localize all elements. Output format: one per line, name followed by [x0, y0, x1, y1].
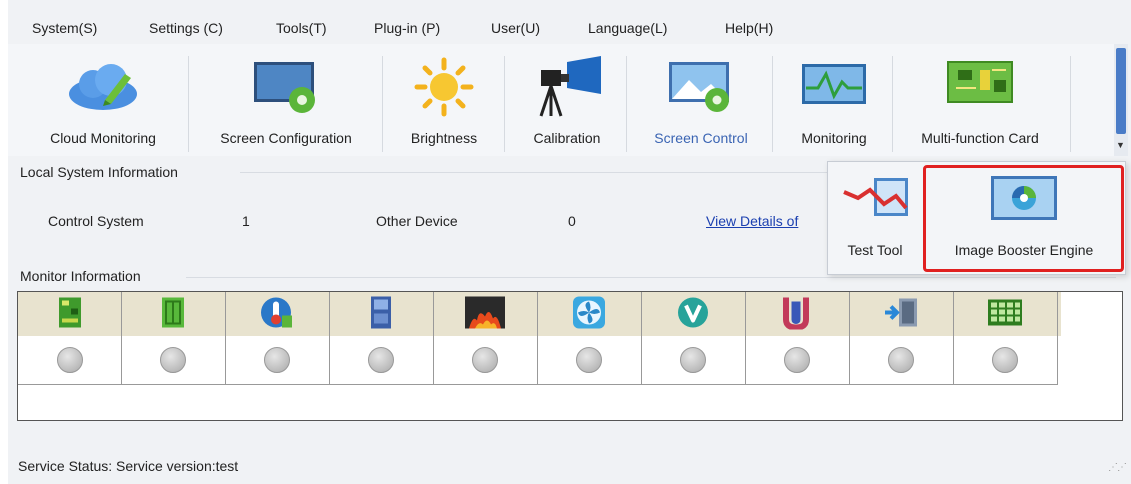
menu-user[interactable]: User(U)	[491, 20, 540, 36]
tool-screen-configuration[interactable]: Screen Configuration	[194, 44, 378, 156]
monitor-grid	[17, 291, 1123, 421]
screen-gear-icon	[246, 56, 326, 121]
circuit-board-icon	[942, 56, 1018, 119]
board-icon	[58, 297, 82, 332]
status-dot	[992, 347, 1018, 373]
fan-icon	[572, 296, 606, 333]
local-system-title: Local System Information	[20, 164, 178, 180]
tool-label: Monitoring	[801, 130, 867, 146]
toolbar-separator	[382, 56, 383, 152]
status-cell	[121, 336, 226, 385]
chart-test-icon	[840, 174, 910, 223]
tool-monitoring[interactable]: Monitoring	[780, 44, 888, 156]
toolbar-separator	[892, 56, 893, 152]
col-header	[641, 292, 746, 336]
menu-language[interactable]: Language(L)	[588, 20, 667, 36]
divider	[240, 172, 840, 173]
toolbar-separator	[504, 56, 505, 152]
chip-icon	[370, 296, 392, 333]
control-system-label: Control System	[48, 213, 144, 229]
menu-settings[interactable]: Settings (C)	[149, 20, 223, 36]
col-header	[329, 292, 434, 336]
status-cell	[329, 336, 434, 385]
status-dot	[888, 347, 914, 373]
menu-plugin[interactable]: Plug-in (P)	[374, 20, 440, 36]
status-cell	[953, 336, 1058, 385]
toolbar-separator	[1070, 56, 1071, 152]
col-header	[745, 292, 850, 336]
divider	[186, 277, 1116, 278]
grid-module-icon	[987, 299, 1023, 330]
menu-bar: System(S) Settings (C) Tools(T) Plug-in …	[8, 14, 1123, 44]
tool-brightness[interactable]: Brightness	[390, 44, 498, 156]
col-header	[953, 292, 1058, 336]
status-dot	[680, 347, 706, 373]
tool-label: Screen Configuration	[220, 130, 352, 146]
status-cell	[433, 336, 538, 385]
menu-system[interactable]: System(S)	[32, 20, 97, 36]
control-system-value: 1	[242, 213, 250, 229]
status-cell	[225, 336, 330, 385]
menu-tools[interactable]: Tools(T)	[276, 20, 327, 36]
menu-help[interactable]: Help(H)	[725, 20, 773, 36]
tool-calibration[interactable]: Calibration	[512, 44, 622, 156]
other-device-value: 0	[568, 213, 576, 229]
status-cell	[849, 336, 954, 385]
status-dot	[472, 347, 498, 373]
tool-label: Calibration	[533, 130, 601, 146]
tool-label: Screen Control	[654, 130, 748, 146]
tool-multi-function-card[interactable]: Multi-function Card	[898, 44, 1062, 156]
col-header	[225, 292, 330, 336]
status-dot	[368, 347, 394, 373]
col-header	[849, 292, 954, 336]
status-dot	[576, 347, 602, 373]
cloud-edit-icon	[63, 56, 143, 119]
col-header	[433, 292, 538, 336]
toolbar-separator	[772, 56, 773, 152]
highlight-box	[923, 165, 1124, 272]
status-dot	[56, 347, 83, 373]
door-icon	[883, 297, 919, 332]
scrollbar-thumb[interactable]	[1116, 48, 1126, 134]
other-device-label: Other Device	[376, 213, 458, 229]
waveform-monitor-icon	[796, 56, 872, 121]
toolbar-separator	[626, 56, 627, 152]
v-badge-icon	[677, 297, 709, 332]
tool-label: Brightness	[410, 130, 478, 146]
status-dot	[264, 347, 290, 373]
status-dot	[160, 347, 186, 373]
thermometer-icon	[260, 296, 294, 333]
status-cell	[641, 336, 746, 385]
toolbar-separator	[188, 56, 189, 152]
dropdown-item-label: Test Tool	[847, 242, 903, 258]
cable-icon	[780, 296, 814, 333]
col-header	[121, 292, 226, 336]
monitor-title: Monitor Information	[20, 268, 141, 284]
status-cell	[745, 336, 850, 385]
status-dot	[784, 347, 810, 373]
tool-screen-control[interactable]: Screen Control	[634, 44, 768, 156]
card-icon	[161, 297, 185, 332]
status-cell	[18, 336, 122, 385]
dropdown-item-test-tool[interactable]: Test Tool	[828, 162, 922, 274]
sun-icon	[412, 56, 476, 121]
col-header	[537, 292, 642, 336]
toolbar-scrollbar[interactable]: ▼	[1114, 44, 1128, 156]
tool-label: Multi-function Card	[921, 130, 1039, 146]
view-details-link[interactable]: View Details of	[706, 213, 798, 229]
toolbar: Cloud Monitoring Screen Configuration Br…	[8, 44, 1118, 156]
status-cell	[537, 336, 642, 385]
col-header	[18, 292, 122, 336]
camera-tripod-icon	[527, 56, 607, 125]
picture-gear-icon	[663, 56, 739, 121]
tool-cloud-monitoring[interactable]: Cloud Monitoring	[22, 44, 184, 156]
fire-icon	[465, 296, 505, 332]
tool-label: Cloud Monitoring	[50, 130, 156, 146]
dropdown-arrow-icon[interactable]: ▼	[1116, 140, 1125, 150]
service-status: Service Status: Service version:test	[18, 458, 239, 474]
resize-grip-icon[interactable]: ⋰⋰	[1108, 462, 1127, 473]
